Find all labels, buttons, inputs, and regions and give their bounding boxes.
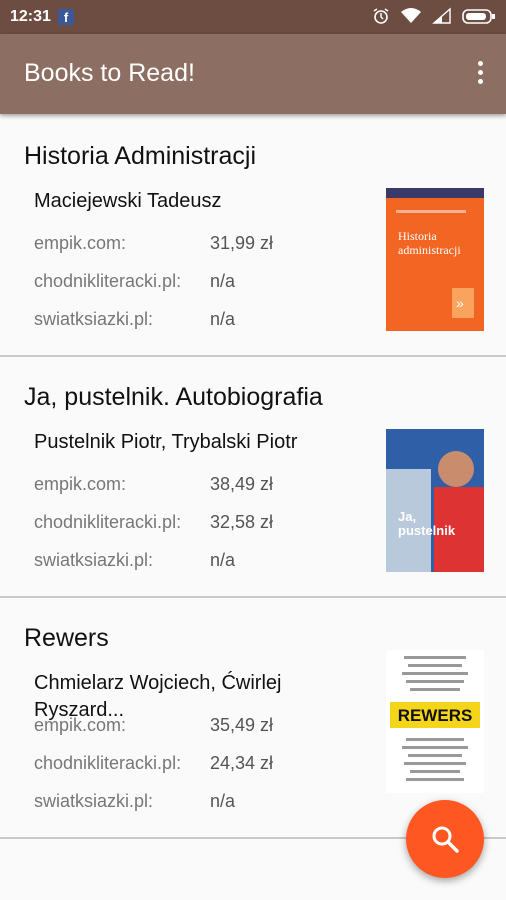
price-row: empik.com: 38,49 zł [34,474,273,495]
price-row: empik.com: 31,99 zł [34,233,273,254]
store-name: swiatksiazki.pl: [34,550,154,570]
store-name: empik.com: [34,474,127,494]
store-price: 31,99 zł [210,233,274,253]
status-time: 12:31 [10,8,51,25]
price-row: swiatksiazki.pl: n/a [34,309,235,330]
facebook-notification-icon: f [58,9,74,25]
store-price: n/a [210,550,236,570]
app-title: Books to Read! [24,59,195,87]
store-name: chodnikliteracki.pl: [34,753,182,773]
store-name: swiatksiazki.pl: [34,309,154,329]
price-row: chodnikliteracki.pl: 24,34 zł [34,753,273,774]
book-title: Historia Administracji [24,142,257,170]
svg-text:Historia: Historia [398,229,437,243]
store-name: swiatksiazki.pl: [34,791,154,811]
price-row: chodnikliteracki.pl: 32,58 zł [34,512,273,533]
store-price: 35,49 zł [210,715,274,735]
store-price: n/a [210,309,236,329]
book-title: Ja, pustelnik. Autobiografia [24,383,323,411]
alarm-icon [373,8,389,24]
battery-icon [462,9,495,24]
svg-text:»: » [456,295,464,311]
book-cover-image: REWERS [386,650,484,793]
svg-text:Ja,: Ja, [398,509,416,524]
store-price: 38,49 zł [210,474,274,494]
overflow-menu-icon[interactable] [476,61,484,87]
svg-text:REWERS: REWERS [398,706,473,725]
status-bar: 12:31 f [0,0,506,34]
store-price: 32,58 zł [210,512,274,532]
book-cover-image: Historia administracji » [386,188,484,331]
app-bar: Books to Read! [0,34,506,114]
svg-text:pustelnik: pustelnik [398,523,456,538]
price-row: chodnikliteracki.pl: n/a [34,271,235,292]
store-name: empik.com: [34,233,127,253]
book-title: Rewers [24,624,109,652]
book-author: Maciejewski Tadeusz [34,190,222,212]
store-name: empik.com: [34,715,127,735]
store-name: chodnikliteracki.pl: [34,271,182,291]
signal-icon [432,7,451,24]
store-price: n/a [210,271,236,291]
book-card[interactable]: Historia Administracji Maciejewski Tadeu… [0,116,506,357]
store-price: n/a [210,791,236,811]
store-price: 24,34 zł [210,753,274,773]
price-row: swiatksiazki.pl: n/a [34,791,235,812]
book-cover-image: Ja, pustelnik [386,429,484,572]
svg-text:administracji: administracji [398,243,461,257]
search-icon [432,826,459,853]
store-name: chodnikliteracki.pl: [34,512,182,532]
book-list: Historia Administracji Maciejewski Tadeu… [0,116,506,839]
book-author: Pustelnik Piotr, Trybalski Piotr [34,431,298,453]
wifi-icon [401,8,421,23]
price-row: empik.com: 35,49 zł [34,715,273,736]
status-icons [372,7,496,25]
price-row: swiatksiazki.pl: n/a [34,550,235,571]
search-button[interactable] [406,800,484,878]
book-card[interactable]: Ja, pustelnik. Autobiografia Pustelnik P… [0,357,506,598]
